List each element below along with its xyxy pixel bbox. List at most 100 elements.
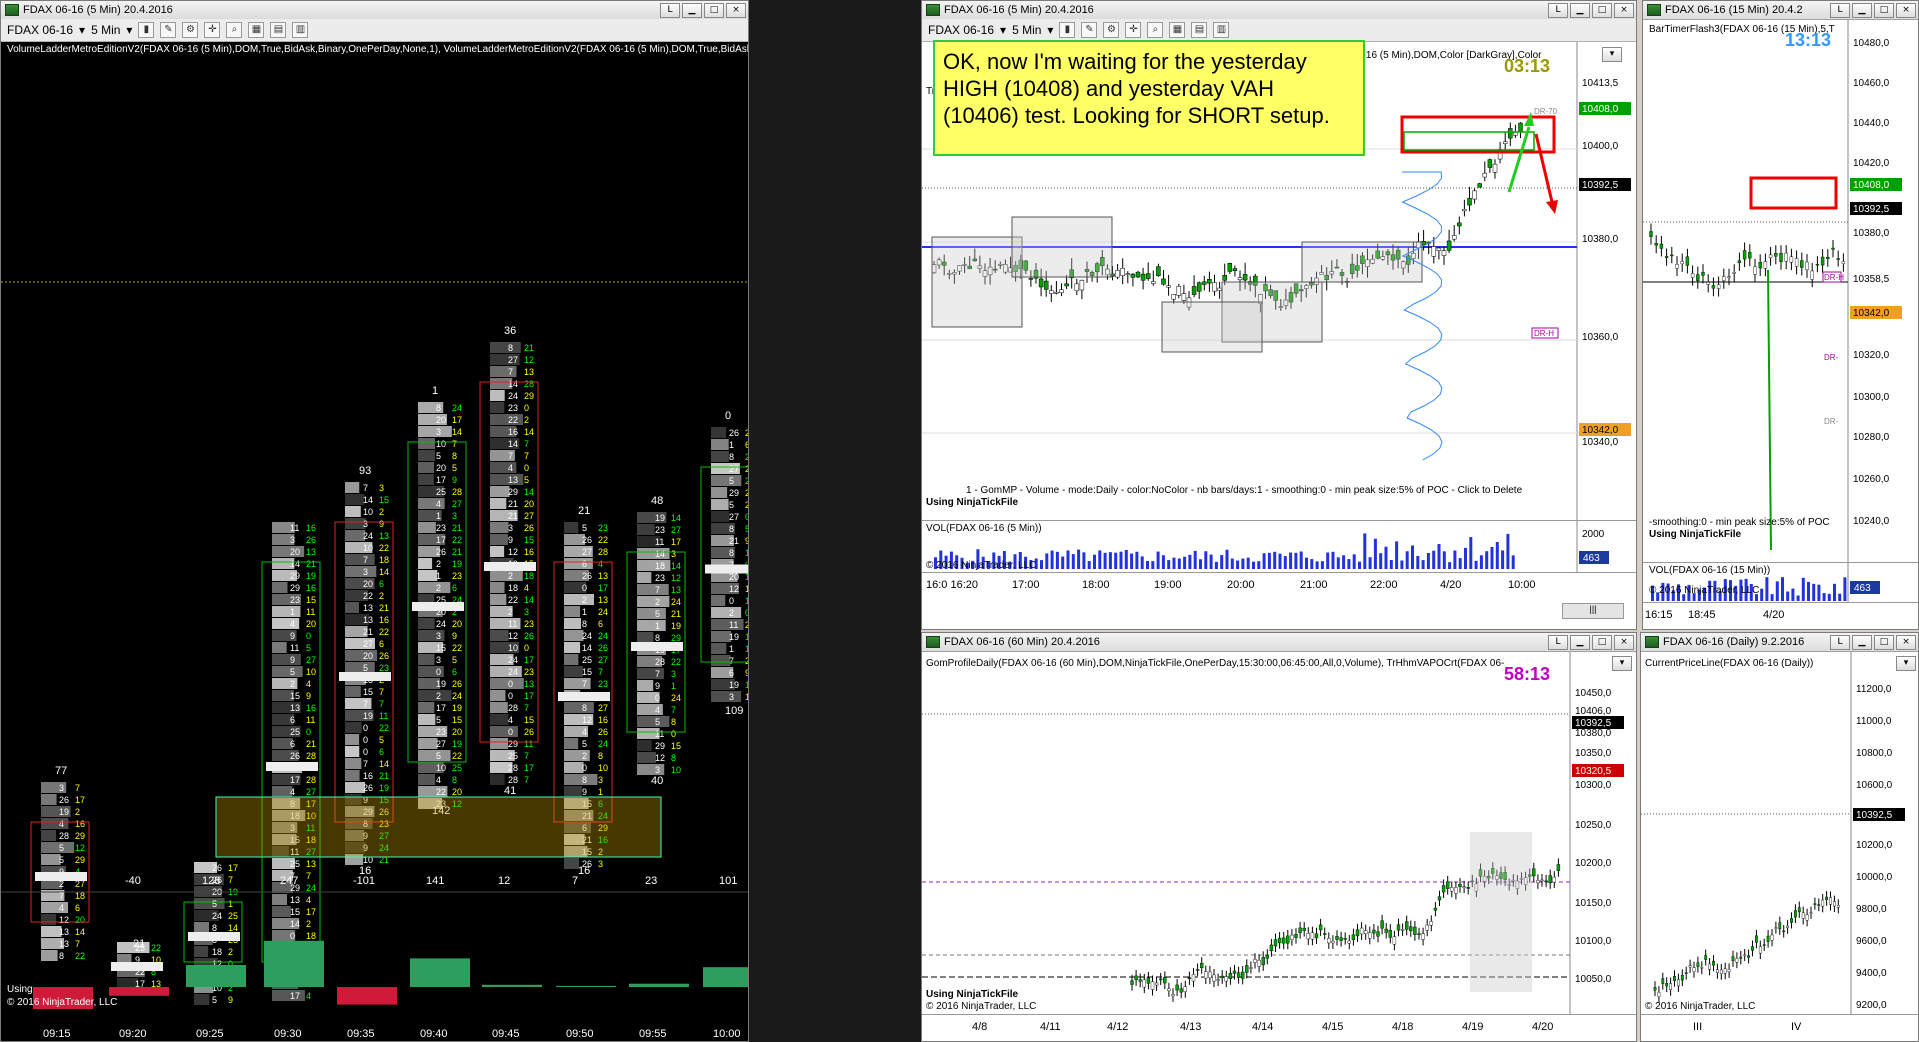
- bid-volume: 29: [508, 487, 518, 497]
- x-tick-label: 20:00: [1227, 579, 1255, 591]
- link-button[interactable]: L: [1548, 2, 1568, 18]
- volume-cell: [711, 595, 726, 606]
- interval-selector[interactable]: 5 Min: [91, 23, 120, 37]
- instrument-selector[interactable]: FDAX 06-16: [7, 23, 73, 37]
- volume-cell: [711, 619, 744, 630]
- candle-body: [1813, 903, 1817, 905]
- properties-icon[interactable]: ⚙: [182, 22, 199, 38]
- instrument-selector[interactable]: FDAX 06-16: [928, 23, 994, 37]
- maximize-button[interactable]: □: [1592, 634, 1612, 650]
- candle-body: [1701, 271, 1705, 276]
- ask-volume: 24: [671, 597, 681, 607]
- candle-body: [1302, 927, 1306, 931]
- close-button[interactable]: ×: [1896, 634, 1916, 650]
- panel-expand-button[interactable]: ▾: [1896, 656, 1916, 671]
- link-button[interactable]: L: [1548, 634, 1568, 650]
- delta-value: 128: [202, 875, 220, 887]
- price-chart-15min[interactable]: BarTimerFlash3(FDAX 06-16 (15 Min),5,T 1…: [1643, 20, 1918, 562]
- strategies-icon[interactable]: ▤: [1191, 22, 1208, 38]
- minimize-button[interactable]: ▁: [1570, 634, 1590, 650]
- delta-value: 247: [280, 875, 298, 887]
- volume-panel[interactable]: VOL(FDAX 06-16 (15 Min)) 463 © 2016 Ninj…: [1643, 562, 1918, 603]
- drawing-tool-icon[interactable]: ✎: [1081, 22, 1098, 38]
- gom-note[interactable]: 1 - GomMP - Volume - mode:Daily - color:…: [966, 485, 1522, 496]
- ask-volume: 24: [598, 739, 608, 749]
- candle-body: [1179, 988, 1183, 993]
- close-button[interactable]: ×: [726, 2, 746, 18]
- link-button[interactable]: L: [1830, 634, 1850, 650]
- chevron-down-icon[interactable]: ▾: [1000, 23, 1006, 37]
- ladder-chart[interactable]: VolumeLadderMetroEditionV2(FDAX 06-16 (5…: [1, 42, 748, 1041]
- panel-expand-button[interactable]: ▾: [1602, 47, 1622, 62]
- minimize-button[interactable]: ▁: [1852, 2, 1872, 18]
- close-button[interactable]: ×: [1614, 2, 1634, 18]
- candle-body: [1446, 881, 1450, 889]
- close-button[interactable]: ×: [1896, 2, 1916, 18]
- volume-bar: [1294, 552, 1298, 569]
- minimize-button[interactable]: ▁: [1852, 634, 1872, 650]
- crosshair-icon[interactable]: ✛: [1125, 22, 1142, 38]
- ask-volume: 16: [524, 547, 534, 557]
- bid-volume: 17: [290, 991, 300, 1001]
- candle-body: [1462, 209, 1467, 212]
- chevron-down-icon[interactable]: ▾: [79, 23, 85, 37]
- bid-volume: 24: [363, 531, 373, 541]
- link-button[interactable]: L: [1830, 2, 1850, 18]
- properties-icon[interactable]: ⚙: [1103, 22, 1120, 38]
- chevron-down-icon[interactable]: ▾: [126, 23, 132, 37]
- ask-volume: 17: [452, 415, 462, 425]
- panel-expand-button[interactable]: ▾: [1612, 656, 1632, 671]
- chart-trader-icon[interactable]: ▥: [292, 22, 309, 38]
- close-button[interactable]: ×: [1614, 634, 1634, 650]
- ask-volume: 18: [306, 931, 316, 941]
- volume-bar: [1151, 561, 1155, 569]
- minimize-button[interactable]: ▁: [1570, 2, 1590, 18]
- volume-cell: [490, 498, 507, 509]
- interval-selector[interactable]: 5 Min: [1012, 23, 1041, 37]
- bar-type-icon[interactable]: ▮: [1059, 22, 1076, 38]
- candle-body: [1196, 282, 1202, 292]
- candle-body: [1043, 280, 1049, 290]
- y-tick-label: 10380,0: [1575, 728, 1612, 739]
- indicators-icon[interactable]: ▦: [248, 22, 265, 38]
- volume-cell: [41, 794, 57, 805]
- chevron-down-icon[interactable]: ▾: [1047, 23, 1053, 37]
- bid-volume: 27: [729, 512, 739, 522]
- bid-volume: 4: [436, 499, 441, 509]
- minimize-button[interactable]: ▁: [682, 2, 702, 18]
- crosshair-icon[interactable]: ✛: [204, 22, 221, 38]
- horizontal-scrollbar[interactable]: |||: [1562, 603, 1624, 619]
- candle-body: [1142, 979, 1147, 988]
- window-titlebar[interactable]: FDAX 06-16 (15 Min) 20.4.2 L ▁ □ ×: [1643, 1, 1918, 20]
- volume-cell: [41, 914, 56, 925]
- bid-volume: 8: [508, 343, 513, 353]
- ask-volume: 17: [306, 907, 316, 917]
- maximize-button[interactable]: □: [704, 2, 724, 18]
- candle-body: [1790, 918, 1793, 923]
- ask-volume: 15: [671, 741, 681, 751]
- zoom-icon[interactable]: ⌕: [1147, 22, 1164, 38]
- price-chart-60min[interactable]: GomProfileDaily(FDAX 06-16 (60 Min),DOM,…: [922, 652, 1636, 1014]
- window-titlebar[interactable]: FDAX 06-16 (5 Min) 20.4.2016 L ▁ □ ×: [922, 1, 1636, 20]
- candle-body: [1222, 275, 1227, 281]
- maximize-button[interactable]: □: [1874, 634, 1894, 650]
- price-chart-daily[interactable]: CurrentPriceLine(FDAX 06-16 (Daily)) 112…: [1641, 652, 1918, 1014]
- drawing-tool-icon[interactable]: ✎: [160, 22, 177, 38]
- volume-cell: [345, 482, 360, 493]
- window-titlebar[interactable]: FDAX 06-16 (5 Min) 20.4.2016 L ▁ □ ×: [1, 1, 748, 20]
- maximize-button[interactable]: □: [1592, 2, 1612, 18]
- ask-volume: 6: [75, 903, 80, 913]
- ask-volume: 14: [228, 923, 238, 933]
- zoom-icon[interactable]: ⌕: [226, 22, 243, 38]
- window-titlebar[interactable]: FDAX 06-16 (Daily) 9.2.2016 L ▁ □ ×: [1641, 633, 1918, 652]
- indicators-icon[interactable]: ▦: [1169, 22, 1186, 38]
- chart-trader-icon[interactable]: ▥: [1213, 22, 1230, 38]
- window-titlebar[interactable]: FDAX 06-16 (60 Min) 20.4.2016 L ▁ □ ×: [922, 633, 1636, 652]
- maximize-button[interactable]: □: [1874, 2, 1894, 18]
- copyright-label: © 2016 NinjaTrader, LLC: [7, 997, 118, 1008]
- bar-type-icon[interactable]: ▮: [138, 22, 155, 38]
- link-button[interactable]: L: [660, 2, 680, 18]
- volume-panel[interactable]: VOL(FDAX 06-16 (5 Min)) 2000 463 © 2016 N…: [922, 520, 1636, 573]
- candle-body: [1536, 880, 1540, 884]
- strategies-icon[interactable]: ▤: [270, 22, 287, 38]
